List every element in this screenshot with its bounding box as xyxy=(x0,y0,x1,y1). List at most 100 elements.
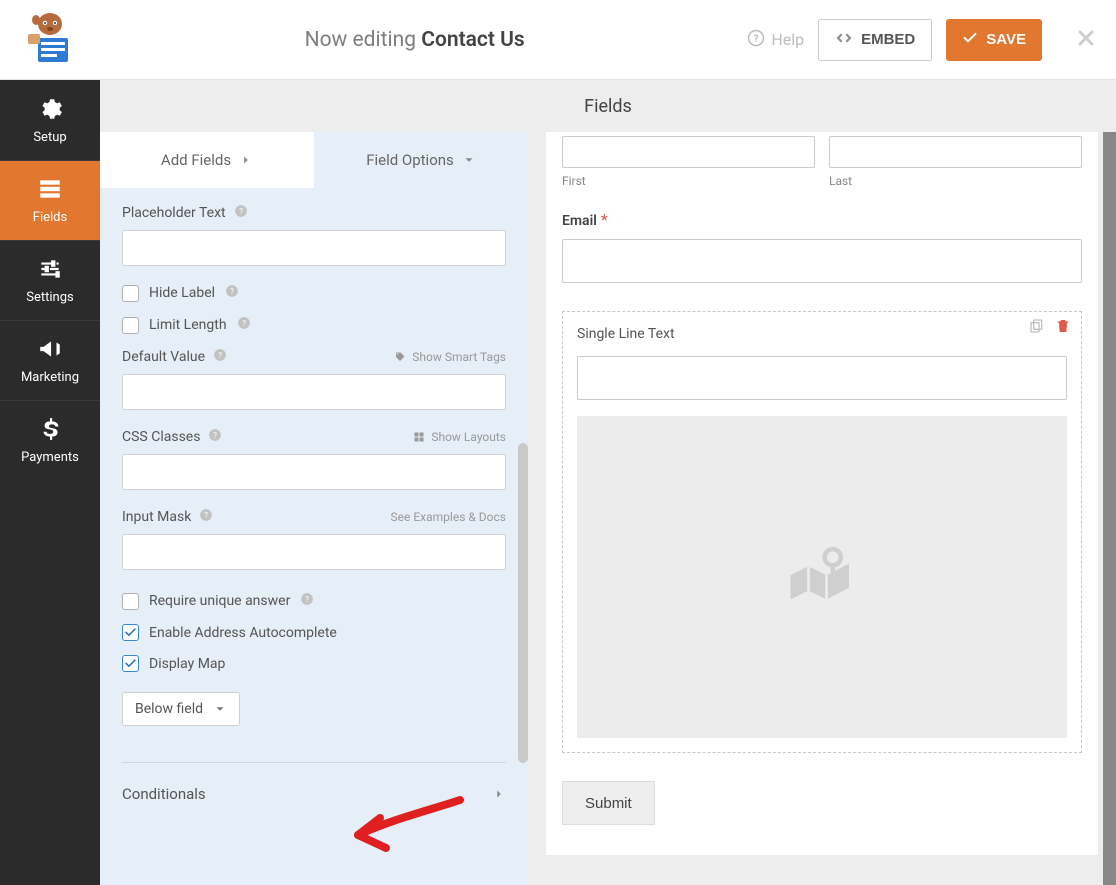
first-sublabel: First xyxy=(562,174,815,188)
last-name-input[interactable] xyxy=(829,136,1082,168)
row-require-unique: Require unique answer ? xyxy=(122,592,506,610)
email-input[interactable] xyxy=(562,239,1082,283)
require-unique-text: Require unique answer xyxy=(149,593,290,609)
input-mask-input[interactable] xyxy=(122,534,506,570)
map-icon xyxy=(777,532,867,622)
duplicate-icon[interactable] xyxy=(1029,318,1045,334)
limit-length-text: Limit Length xyxy=(149,317,227,333)
help-icon[interactable]: ? xyxy=(225,284,239,302)
work-area: Fields Add Fields Field Options xyxy=(100,80,1116,885)
save-label: SAVE xyxy=(986,31,1026,48)
check-icon xyxy=(962,30,978,50)
map-position-value: Below field xyxy=(135,701,203,717)
sliders-icon xyxy=(37,256,63,282)
row-hide-label: Hide Label ? xyxy=(122,284,506,302)
chevron-right-icon xyxy=(239,153,253,167)
svg-text:?: ? xyxy=(214,430,218,440)
nav-label-marketing: Marketing xyxy=(21,370,79,385)
help-icon: ? xyxy=(747,29,765,51)
chevron-down-icon xyxy=(213,702,227,716)
display-map-checkbox[interactable] xyxy=(122,655,139,672)
top-actions: ? Help EMBED SAVE xyxy=(747,19,1098,61)
nav-label-settings: Settings xyxy=(26,290,73,305)
editing-prefix: Now editing xyxy=(305,28,416,52)
examples-docs-link[interactable]: See Examples & Docs xyxy=(391,510,506,524)
form-name: Contact Us xyxy=(421,28,525,52)
enable-autocomplete-checkbox[interactable] xyxy=(122,624,139,641)
preview-scrollbar[interactable] xyxy=(1103,132,1116,885)
nav-item-settings[interactable]: Settings xyxy=(0,240,100,320)
row-placeholder-text: Placeholder Text ? xyxy=(122,204,506,266)
show-smart-tags-link[interactable]: Show Smart Tags xyxy=(394,350,506,364)
panel-tabs: Add Fields Field Options xyxy=(100,132,528,188)
hide-label-checkbox[interactable] xyxy=(122,285,139,302)
email-label: Email xyxy=(562,213,597,229)
css-classes-input[interactable] xyxy=(122,454,506,490)
main-area: Setup Fields Settings Marketing Payments… xyxy=(0,80,1116,885)
selected-field-block[interactable]: Single Line Text xyxy=(562,311,1082,753)
show-layouts-link[interactable]: Show Layouts xyxy=(413,430,506,444)
conditionals-label: Conditionals xyxy=(122,785,206,803)
map-position-select[interactable]: Below field xyxy=(122,692,240,726)
placeholder-text-input[interactable] xyxy=(122,230,506,266)
default-value-input[interactable] xyxy=(122,374,506,410)
tab-add-fields[interactable]: Add Fields xyxy=(100,132,314,188)
examples-docs-label: See Examples & Docs xyxy=(391,510,506,524)
left-nav: Setup Fields Settings Marketing Payments xyxy=(0,80,100,885)
bullhorn-icon xyxy=(37,336,63,362)
panel-body: Placeholder Text ? Hide Label ? Lim xyxy=(100,188,528,885)
map-placeholder xyxy=(577,416,1067,738)
row-css-classes: CSS Classes ? Show Layouts xyxy=(122,428,506,490)
fields-icon xyxy=(37,176,63,202)
help-icon[interactable]: ? xyxy=(199,508,213,526)
smart-tags-label: Show Smart Tags xyxy=(412,350,506,364)
conditionals-section[interactable]: Conditionals xyxy=(122,763,506,813)
embed-button[interactable]: EMBED xyxy=(818,19,932,61)
panel-scrollbar[interactable] xyxy=(518,443,528,763)
first-name-input[interactable] xyxy=(562,136,815,168)
nav-item-payments[interactable]: Payments xyxy=(0,400,100,480)
help-icon[interactable]: ? xyxy=(300,592,314,610)
help-link[interactable]: ? Help xyxy=(747,29,804,51)
embed-label: EMBED xyxy=(861,31,915,48)
editing-title: Now editing Contact Us xyxy=(82,28,747,52)
wpforms-logo xyxy=(18,12,82,68)
trash-icon[interactable] xyxy=(1055,318,1071,334)
dollar-icon xyxy=(37,416,63,442)
nav-item-setup[interactable]: Setup xyxy=(0,80,100,160)
help-icon[interactable]: ? xyxy=(208,428,222,446)
help-icon[interactable]: ? xyxy=(237,316,251,334)
help-icon[interactable]: ? xyxy=(234,204,248,222)
chevron-right-icon xyxy=(492,787,506,801)
svg-text:?: ? xyxy=(230,286,234,296)
default-value-label: Default Value xyxy=(122,349,205,365)
grid-icon xyxy=(413,431,425,443)
close-button[interactable] xyxy=(1074,26,1098,54)
tab-field-options-label: Field Options xyxy=(366,151,454,169)
code-icon xyxy=(835,29,853,51)
row-enable-autocomplete: Enable Address Autocomplete xyxy=(122,624,506,641)
row-input-mask: Input Mask ? See Examples & Docs xyxy=(122,508,506,570)
help-icon[interactable]: ? xyxy=(213,348,227,366)
work-body: Add Fields Field Options Placeholder Tex… xyxy=(100,132,1116,885)
nav-item-fields[interactable]: Fields xyxy=(0,160,100,240)
single-line-text-input[interactable] xyxy=(577,356,1067,400)
require-unique-checkbox[interactable] xyxy=(122,593,139,610)
show-layouts-label: Show Layouts xyxy=(431,430,506,444)
save-button[interactable]: SAVE xyxy=(946,19,1042,61)
submit-button[interactable]: Submit xyxy=(562,781,655,825)
tab-field-options[interactable]: Field Options xyxy=(314,132,528,188)
nav-item-marketing[interactable]: Marketing xyxy=(0,320,100,400)
row-display-map: Display Map xyxy=(122,655,506,672)
tag-icon xyxy=(394,351,406,363)
nav-label-setup: Setup xyxy=(33,130,66,145)
row-default-value: Default Value ? Show Smart Tags xyxy=(122,348,506,410)
tab-add-fields-label: Add Fields xyxy=(161,151,231,169)
css-classes-label: CSS Classes xyxy=(122,429,200,445)
gear-icon xyxy=(37,96,63,122)
required-indicator: * xyxy=(597,210,608,229)
limit-length-checkbox[interactable] xyxy=(122,317,139,334)
form-preview: First Last Email * Single Line Text xyxy=(528,132,1116,885)
svg-text:?: ? xyxy=(218,350,222,360)
placeholder-text-label: Placeholder Text xyxy=(122,205,226,221)
